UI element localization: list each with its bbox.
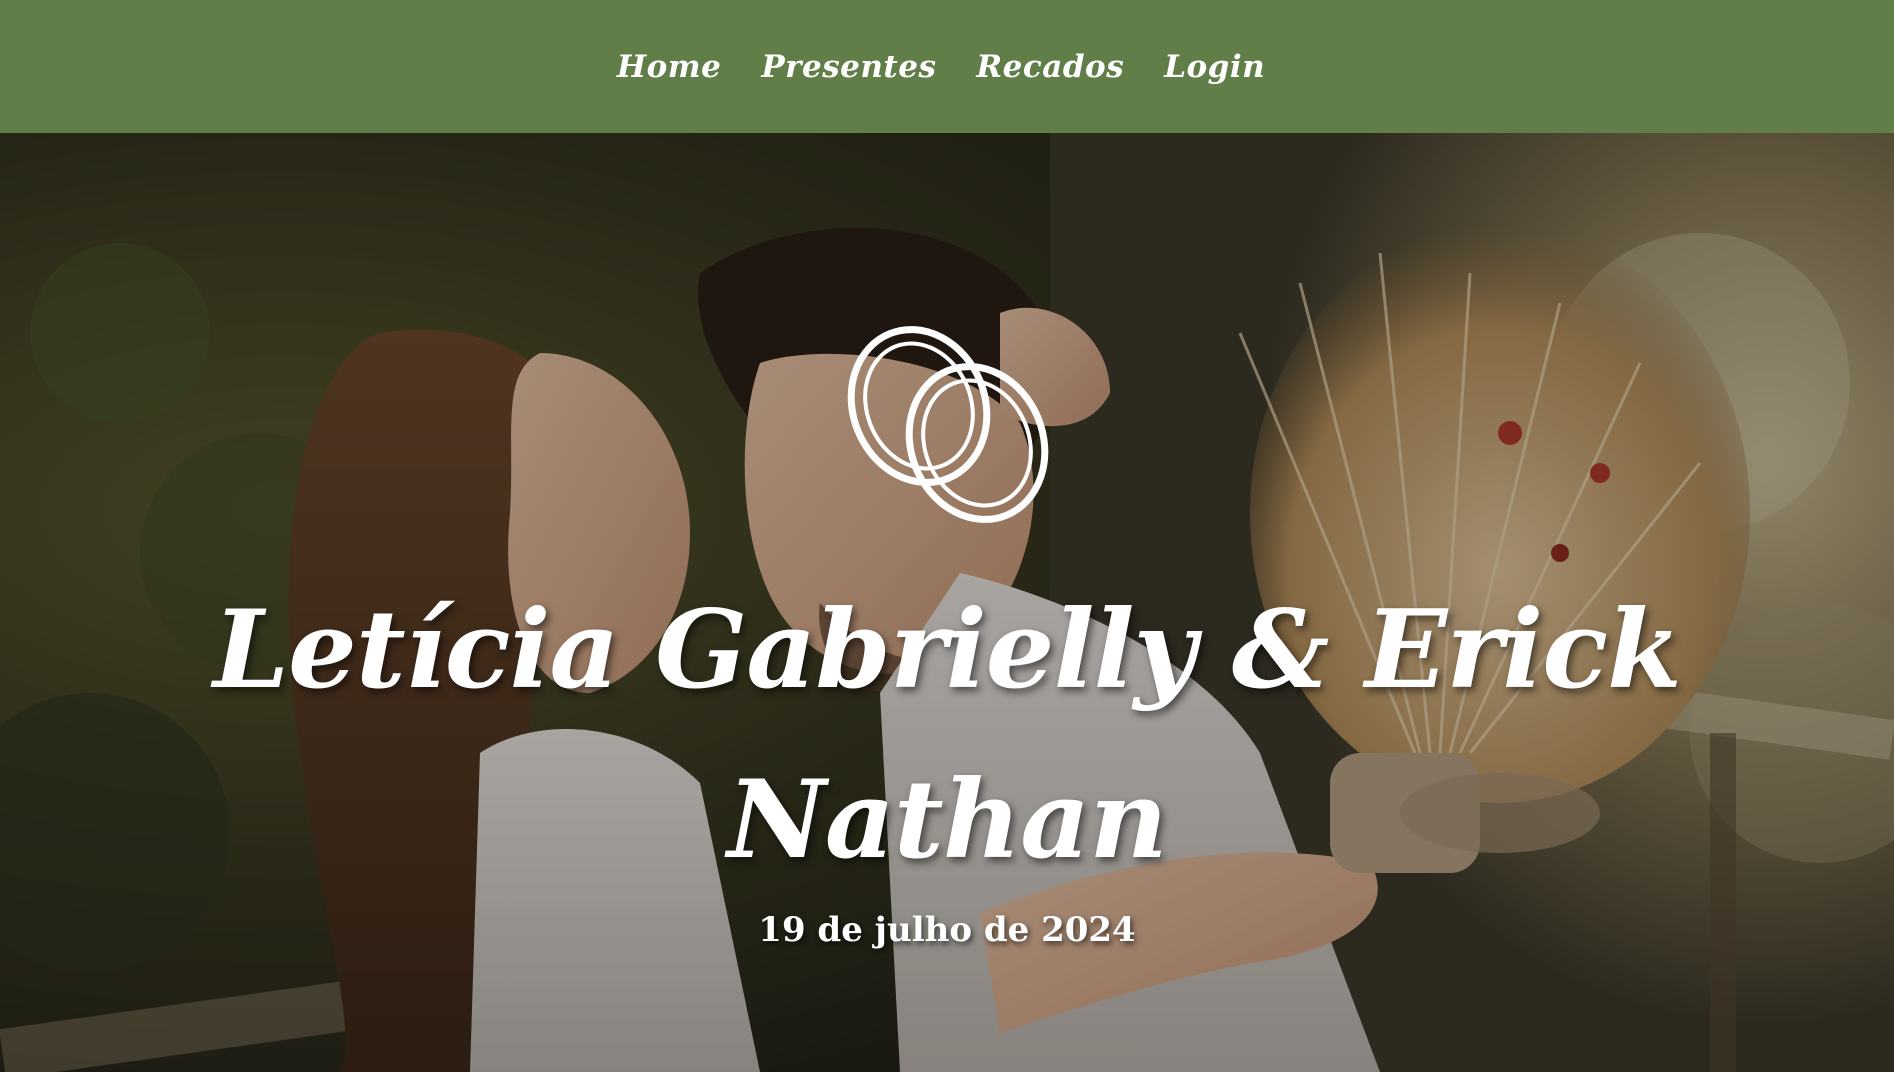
nav-link-presentes[interactable]: Presentes [761,49,936,85]
couple-names-title: Letícia Gabrielly & Erick Nathan [213,587,1682,883]
wedding-date: 19 de julho de 2024 [758,910,1136,950]
nav-link-recados[interactable]: Recados [976,49,1124,85]
nav-item-home: Home [617,49,722,85]
nav-link-home[interactable]: Home [617,49,722,85]
nav-menu: Home Presentes Recados Login [617,49,1265,85]
wedding-rings-icon [847,326,1049,523]
nav-item-login: Login [1164,49,1265,85]
nav-link-login[interactable]: Login [1164,49,1265,85]
nav-item-presentes: Presentes [761,49,936,85]
nav-item-recados: Recados [976,49,1124,85]
hero-section: Letícia Gabrielly & Erick Nathan 19 de j… [0,133,1894,1072]
top-navigation-bar: Home Presentes Recados Login [0,0,1894,133]
